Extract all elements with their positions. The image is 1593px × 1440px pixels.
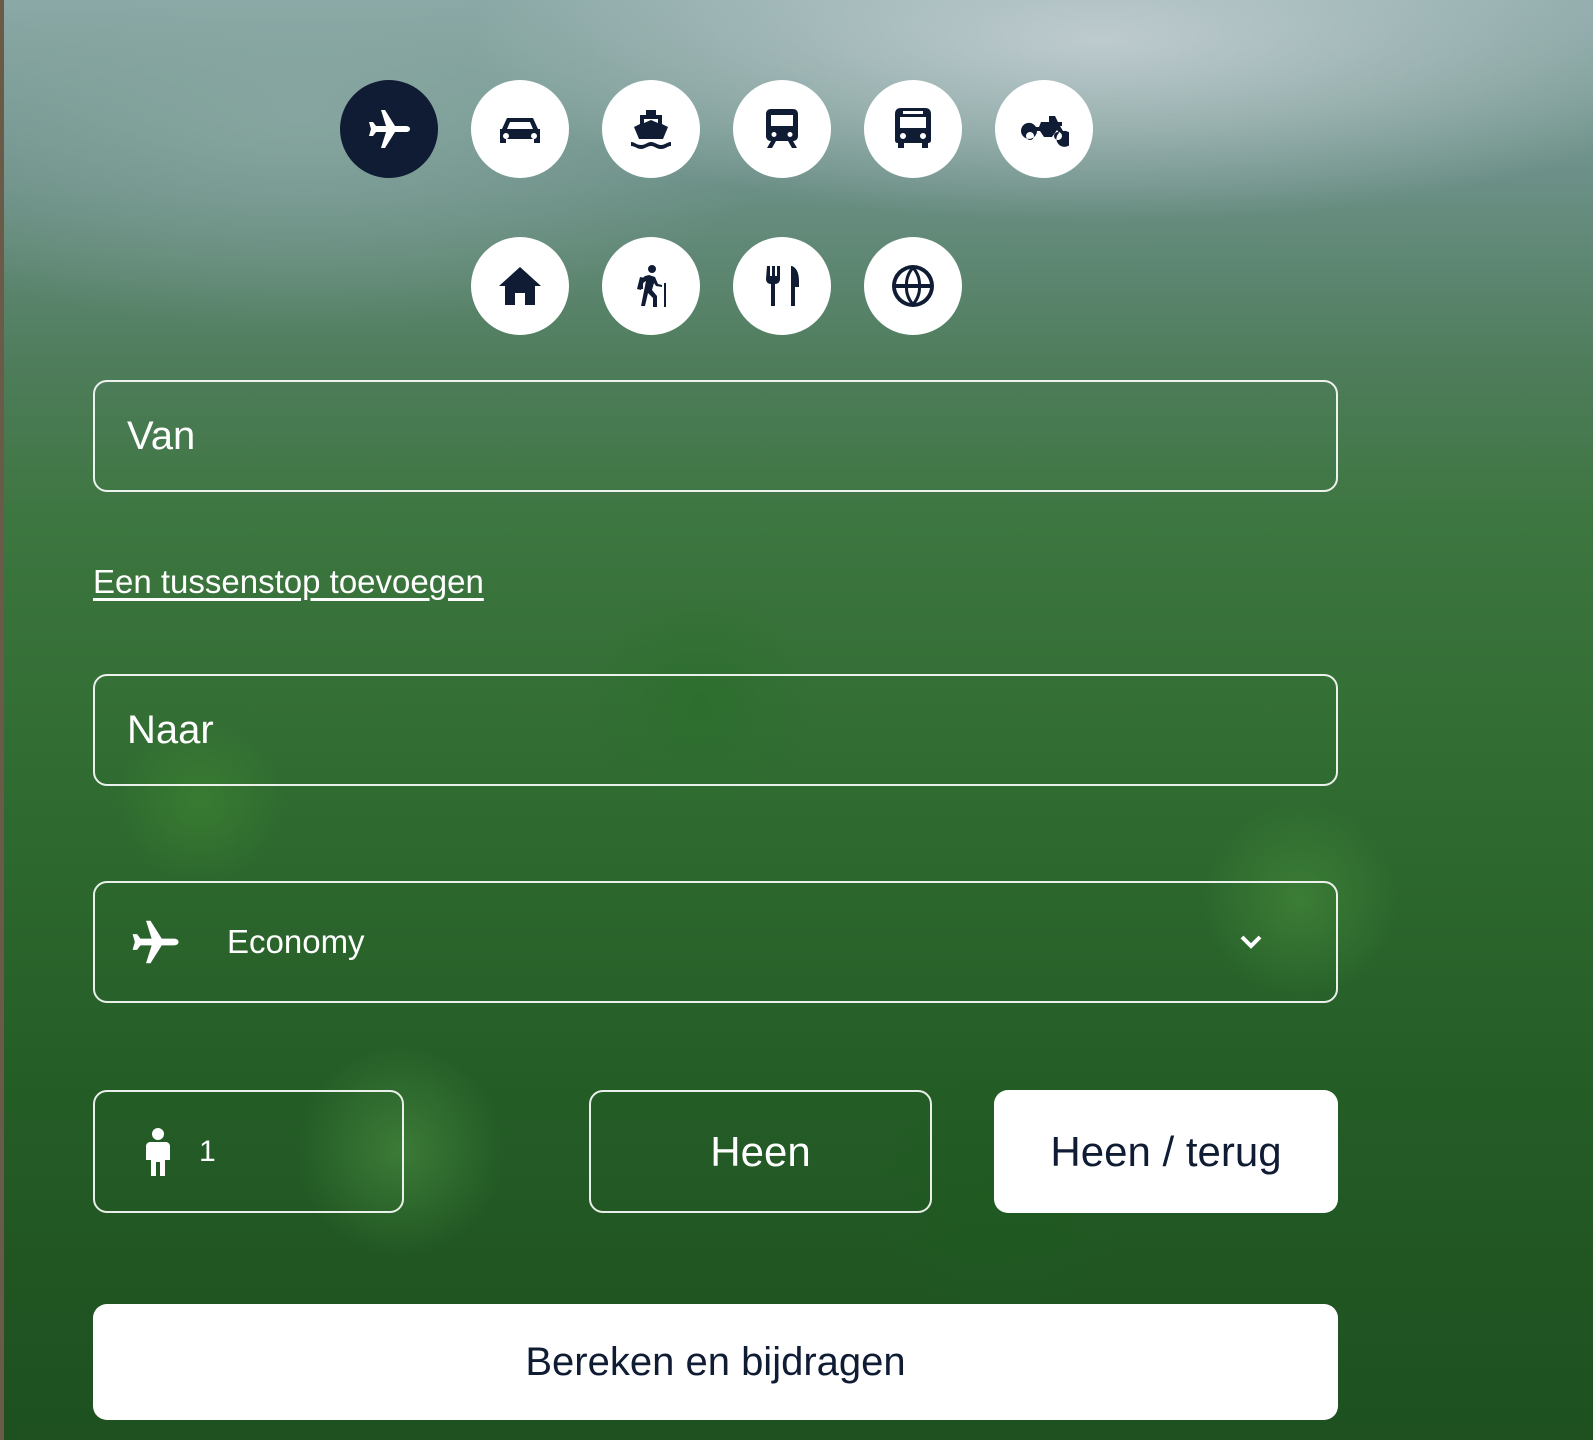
hiking-icon xyxy=(637,265,666,307)
plane-icon xyxy=(132,920,179,964)
to-input[interactable] xyxy=(95,676,1336,784)
mode-bus-button[interactable] xyxy=(864,80,962,178)
car-icon xyxy=(500,118,540,143)
activity-mode-row xyxy=(471,237,995,335)
mode-motorcycle-button[interactable] xyxy=(995,80,1093,178)
ship-icon xyxy=(631,110,671,149)
add-stop-link[interactable]: Een tussenstop toevoegen xyxy=(93,563,484,601)
train-icon xyxy=(766,109,798,148)
round-trip-button[interactable]: Heen / terug xyxy=(994,1090,1338,1213)
cabin-class-value: Economy xyxy=(227,923,365,960)
to-field-wrapper xyxy=(93,674,1338,786)
mode-train-button[interactable] xyxy=(733,80,831,178)
mode-restaurant-button[interactable] xyxy=(733,237,831,335)
mode-car-button[interactable] xyxy=(471,80,569,178)
from-input[interactable] xyxy=(95,382,1336,490)
person-icon xyxy=(146,1127,170,1176)
from-field-wrapper xyxy=(93,380,1338,492)
calculate-contribute-button[interactable]: Bereken en bijdragen xyxy=(93,1304,1338,1420)
bus-icon xyxy=(895,108,931,148)
transport-mode-row xyxy=(340,80,1126,178)
window-edge xyxy=(0,0,4,1440)
one-way-button[interactable]: Heen xyxy=(589,1090,932,1213)
restaurant-icon xyxy=(766,266,799,306)
chevron-down-icon xyxy=(1240,935,1262,949)
mode-ship-button[interactable] xyxy=(602,80,700,178)
mode-plane-button[interactable] xyxy=(340,80,438,178)
passenger-count-value: 1 xyxy=(199,1134,216,1168)
mode-hiking-button[interactable] xyxy=(602,237,700,335)
globe-icon xyxy=(892,265,934,307)
plane-icon xyxy=(369,110,410,148)
motorcycle-icon xyxy=(1021,116,1069,147)
cabin-class-select[interactable]: Economy xyxy=(93,881,1338,1003)
passenger-count-field[interactable]: 1 xyxy=(93,1090,404,1213)
mode-globe-button[interactable] xyxy=(864,237,962,335)
mode-home-button[interactable] xyxy=(471,237,569,335)
home-icon xyxy=(499,267,541,305)
